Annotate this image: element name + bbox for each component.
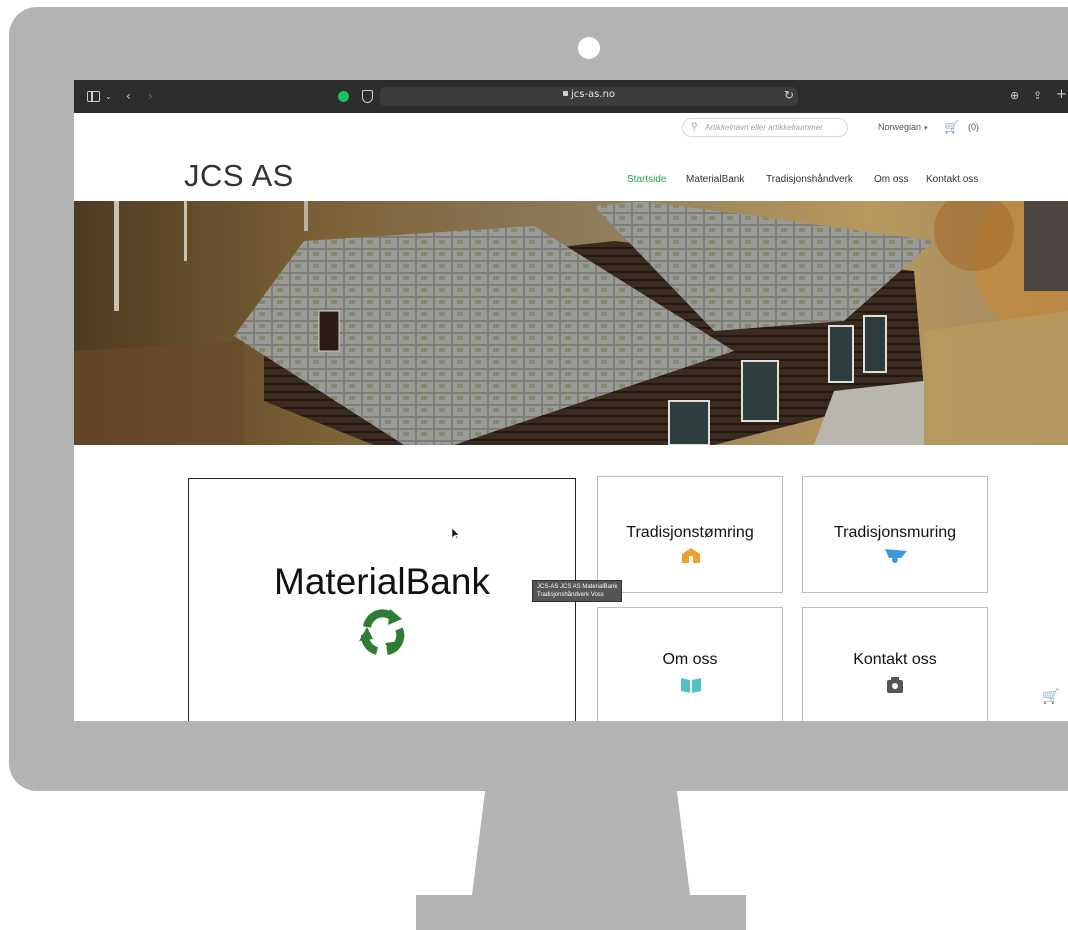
cart-count[interactable]: (0) [968, 122, 979, 132]
search-placeholder: Artikkelnavn eller artikkelnummer [705, 123, 823, 132]
chevron-down-icon[interactable]: ⌄ [105, 89, 112, 105]
forward-icon[interactable]: › [148, 88, 153, 104]
browser-toolbar: ⌄ ‹ › jcs-as.no ↻ ⊕ ⇪ + [74, 80, 1068, 113]
language-label: Norwegian [878, 122, 922, 132]
wheelbarrow-icon [885, 549, 907, 563]
address-bar[interactable]: jcs-as.no [380, 87, 798, 106]
share-icon[interactable]: ⇪ [1033, 88, 1042, 104]
search-input[interactable]: ⚲ Artikkelnavn eller artikkelnummer [682, 118, 848, 137]
lock-icon [562, 91, 568, 96]
language-select[interactable]: Norwegian ▾ [878, 122, 928, 132]
recycle-icon [359, 609, 405, 655]
mouse-cursor-icon [452, 528, 460, 540]
nav-materialbank[interactable]: MaterialBank [686, 174, 744, 185]
chevron-down-icon: ▾ [924, 125, 928, 132]
nav-startside[interactable]: Startside [627, 174, 666, 185]
kontakt-oss-tile[interactable]: Kontakt oss [802, 607, 988, 721]
screen: ⌄ ‹ › jcs-as.no ↻ ⊕ ⇪ + ⚲ Artikkelnavn e… [74, 80, 1068, 721]
url-text: jcs-as.no [380, 89, 798, 100]
url-label: jcs-as.no [570, 89, 616, 100]
hero-image [74, 201, 1068, 445]
hero-barn-illustration [74, 201, 1068, 445]
search-icon: ⚲ [691, 121, 698, 131]
kontakt-oss-title: Kontakt oss [853, 651, 937, 668]
tradisjonsmuring-title: Tradisjonsmuring [833, 524, 957, 541]
sidebar-icon[interactable] [87, 91, 100, 102]
shield-icon[interactable] [362, 90, 373, 103]
tradisjonstomring-tile[interactable]: Tradisjonstømring [597, 476, 783, 593]
new-tab-icon[interactable]: + [1056, 87, 1067, 103]
back-icon[interactable]: ‹ [126, 88, 131, 104]
tooltip: JCS-AS JCS AS MaterialBank Tradisjonshån… [532, 580, 623, 602]
download-icon[interactable]: ⊕ [1010, 88, 1019, 104]
camera-dot [578, 37, 600, 59]
materialbank-tile[interactable]: MaterialBank [188, 478, 576, 721]
tradisjonsmuring-tile[interactable]: Tradisjonsmuring [802, 476, 988, 593]
nav-tradisjonshandverk[interactable]: Tradisjonshåndverk [766, 174, 853, 185]
grammarly-icon[interactable] [338, 91, 349, 102]
reload-icon[interactable]: ↻ [784, 88, 794, 102]
floating-cart-icon[interactable]: 🛒 [1042, 688, 1059, 705]
om-oss-tile[interactable]: Om oss [597, 607, 783, 721]
nav-kontakt-oss[interactable]: Kontakt oss [926, 174, 978, 185]
om-oss-title: Om oss [662, 651, 718, 668]
book-icon [681, 678, 701, 693]
contact-icon [887, 677, 903, 693]
monitor-base [416, 895, 746, 930]
tradisjonstomring-title: Tradisjonstømring [626, 524, 754, 541]
house-icon [682, 548, 700, 563]
cart-icon[interactable]: 🛒 [944, 120, 959, 134]
site-title[interactable]: JCS AS [184, 158, 294, 194]
nav-om-oss[interactable]: Om oss [874, 174, 908, 185]
monitor-stand [472, 791, 690, 895]
materialbank-title: MaterialBank [274, 561, 490, 602]
